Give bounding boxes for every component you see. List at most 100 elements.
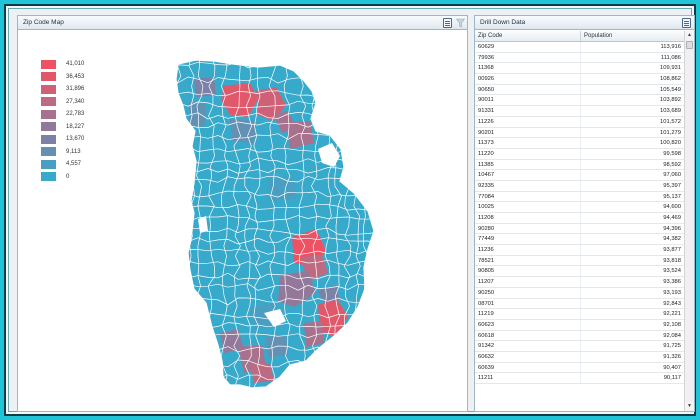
- table-row[interactable]: 11373 100,820: [475, 138, 684, 149]
- table-row[interactable]: 77449 94,382: [475, 234, 684, 246]
- table-row[interactable]: 11219 92,221: [475, 309, 684, 320]
- population-cell: 95,137: [663, 193, 681, 200]
- column-header-population[interactable]: Population: [581, 31, 684, 41]
- legend-item: 4,557: [41, 158, 84, 171]
- dashboard-area: Zip Code Map 41,010 36,453 31,896 27,340…: [8, 8, 695, 412]
- population-cell: 92,084: [663, 332, 681, 339]
- legend-swatch: [41, 122, 56, 132]
- table-row[interactable]: 90650 105,549: [475, 84, 684, 96]
- zip-code-cell: 79936: [475, 52, 581, 63]
- table-row[interactable]: 90011 103,892: [475, 95, 684, 107]
- legend-label: 36,453: [66, 73, 85, 80]
- table-row[interactable]: 91331 103,689: [475, 106, 684, 117]
- map-canvas[interactable]: 41,010 36,453 31,896 27,340 22,783 18,227 13,6…: [18, 31, 467, 411]
- zip-code-cell: 11373: [475, 138, 581, 148]
- table-row[interactable]: 90250 93,193: [475, 287, 684, 299]
- table-row[interactable]: 11211 90,117: [475, 373, 684, 384]
- table-row[interactable]: 11208 94,469: [475, 213, 684, 224]
- legend-label: 22,783: [66, 111, 85, 118]
- table-row[interactable]: 11385 98,592: [475, 159, 684, 171]
- table-row[interactable]: 00926 108,862: [475, 74, 684, 85]
- population-cell: 101,572: [660, 118, 681, 125]
- table-row[interactable]: 90201 101,279: [475, 127, 684, 139]
- legend-label: 41,010: [66, 61, 85, 68]
- legend-swatch: [41, 84, 56, 94]
- legend-swatch: [41, 109, 56, 119]
- table-row[interactable]: 11226 101,572: [475, 116, 684, 128]
- zip-code-cell: 11226: [475, 116, 581, 127]
- table-row[interactable]: 90805 93,524: [475, 266, 684, 278]
- column-header-zip-code[interactable]: Zip Code: [475, 31, 581, 41]
- population-cell: 111,086: [660, 54, 681, 61]
- table-row[interactable]: 11207 93,386: [475, 277, 684, 288]
- table-row[interactable]: 78521 93,818: [475, 255, 684, 267]
- table-row[interactable]: 79936 111,086: [475, 52, 684, 64]
- zip-code-cell: 10025: [475, 202, 581, 212]
- zip-code-cell: 00926: [475, 74, 581, 84]
- table-row[interactable]: 60629 113,916: [475, 42, 684, 53]
- legend-label: 9,113: [66, 148, 81, 155]
- table-row[interactable]: 60618 92,084: [475, 330, 684, 342]
- population-cell: 91,326: [663, 353, 681, 360]
- table-row[interactable]: 91342 91,725: [475, 341, 684, 352]
- zip-code-cell: 11385: [475, 159, 581, 170]
- zip-code-cell: 90011: [475, 95, 581, 106]
- table-row[interactable]: 92335 95,397: [475, 180, 684, 192]
- population-cell: 94,469: [663, 215, 681, 221]
- population-cell: 92,221: [663, 311, 681, 318]
- table-row[interactable]: 11220 99,598: [475, 148, 684, 160]
- table-row[interactable]: 11368 109,931: [475, 63, 684, 75]
- legend-label: 13,670: [66, 136, 85, 143]
- legend-item: 27,340: [41, 96, 84, 109]
- legend-swatch: [41, 59, 56, 69]
- zip-code-cell: 91331: [475, 106, 581, 116]
- document-icon[interactable]: [443, 18, 452, 28]
- population-cell: 100,820: [660, 140, 681, 147]
- legend-item: 0: [41, 171, 84, 184]
- population-cell: 90,117: [663, 375, 681, 382]
- table-row[interactable]: 10025 94,600: [475, 202, 684, 213]
- zip-code-cell: 11236: [475, 245, 581, 255]
- table-row[interactable]: 11236 93,877: [475, 245, 684, 256]
- map-panel-title: Zip Code Map: [23, 19, 64, 26]
- zip-code-cell: 11211: [475, 373, 581, 383]
- scroll-thumb[interactable]: [686, 41, 693, 49]
- funnel-icon[interactable]: [456, 18, 465, 28]
- population-cell: 108,862: [660, 76, 681, 83]
- zip-code-cell: 90250: [475, 287, 581, 298]
- population-cell: 93,386: [663, 279, 681, 286]
- zip-code-cell: 78521: [475, 255, 581, 266]
- zip-region[interactable]: [250, 363, 274, 383]
- zip-code-cell: 60623: [475, 319, 581, 330]
- population-cell: 93,193: [663, 289, 681, 296]
- zip-code-cell: 60639: [475, 362, 581, 373]
- zip-code-cell: 60618: [475, 330, 581, 341]
- scroll-down-icon[interactable]: ▼: [685, 402, 694, 411]
- zip-code-cell: 11220: [475, 148, 581, 159]
- zip-code-cell: 11368: [475, 63, 581, 74]
- legend-item: 9,113: [41, 146, 84, 159]
- legend-label: 0: [66, 173, 70, 180]
- vertical-scrollbar[interactable]: ▲ ▼: [684, 31, 694, 411]
- population-cell: 94,600: [663, 204, 681, 211]
- table-row[interactable]: 60623 92,108: [475, 319, 684, 331]
- table-row[interactable]: 90280 94,396: [475, 223, 684, 235]
- population-cell: 109,931: [660, 65, 681, 72]
- table-panel-title: Drill Down Data: [480, 19, 526, 26]
- zip-code-choropleth[interactable]: [18, 31, 467, 411]
- population-cell: 101,279: [660, 129, 681, 136]
- document-icon[interactable]: [682, 18, 691, 28]
- legend-label: 31,896: [66, 86, 85, 93]
- table-row[interactable]: 08701 92,843: [475, 298, 684, 310]
- zip-code-cell: 60629: [475, 42, 581, 52]
- table-row[interactable]: 60639 90,407: [475, 362, 684, 374]
- zip-code-cell: 90201: [475, 127, 581, 138]
- population-cell: 92,843: [663, 300, 681, 307]
- scroll-up-icon[interactable]: ▲: [685, 31, 694, 40]
- population-cell: 95,397: [663, 182, 681, 189]
- zip-code-cell: 10467: [475, 170, 581, 180]
- table-row[interactable]: 10467 97,060: [475, 170, 684, 181]
- population-cell: 105,549: [660, 86, 681, 93]
- table-row[interactable]: 77084 95,137: [475, 191, 684, 203]
- table-row[interactable]: 60632 91,326: [475, 351, 684, 363]
